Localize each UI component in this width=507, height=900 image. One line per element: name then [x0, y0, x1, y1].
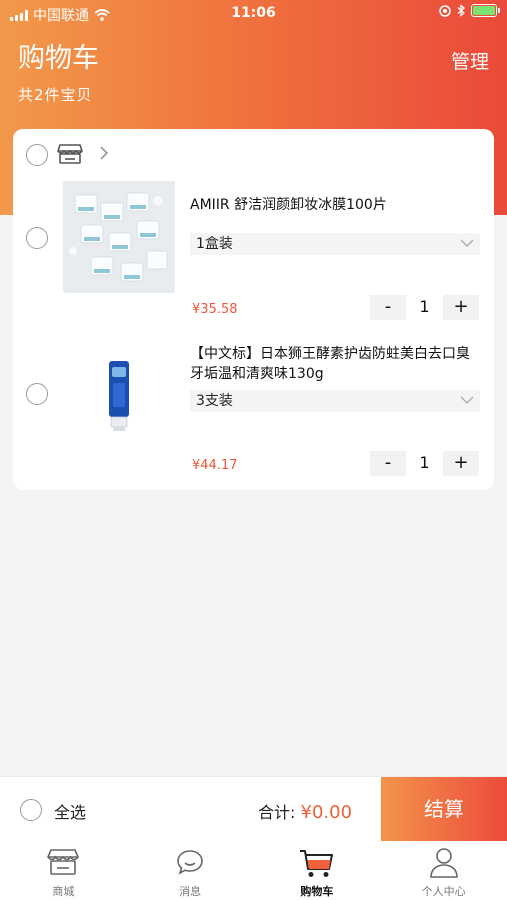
page-title: 购物车: [18, 43, 99, 74]
total-label: 合计:: [258, 803, 296, 822]
checkout-bar: 全选 合计: ¥0.00 结算: [0, 776, 507, 842]
tab-messages[interactable]: 消息: [127, 841, 254, 900]
product-1-name[interactable]: AMIIR 舒洁润颜卸妆冰膜100片: [190, 195, 482, 215]
product-2-quantity-stepper: - 1 +: [370, 451, 479, 476]
product-2-quantity-value[interactable]: 1: [406, 451, 443, 476]
location-lock-icon: [439, 4, 451, 17]
product-2-name[interactable]: 【中文标】日本狮王酵素护齿防蛀美白去口臭牙垢温和清爽味130g: [190, 344, 482, 384]
product-2-plus-button[interactable]: +: [443, 451, 479, 476]
store-icon[interactable]: [57, 143, 83, 165]
chevron-down-icon: [460, 239, 474, 247]
product-2-minus-button[interactable]: -: [370, 451, 406, 476]
status-time: 11:06: [231, 5, 276, 21]
chevron-down-icon: [460, 396, 474, 404]
manage-button[interactable]: 管理: [451, 47, 489, 74]
tab-profile[interactable]: 个人中心: [380, 841, 507, 900]
store-icon: [47, 849, 80, 875]
product-1-variant-select[interactable]: 1盒装: [190, 233, 480, 255]
select-all-radio[interactable]: [20, 799, 42, 821]
cart-card: AMIIR 舒洁润颜卸妆冰膜100片 1盒装 ¥35.58 - 1 + 【中文标…: [13, 129, 494, 490]
product-1-plus-button[interactable]: +: [443, 295, 479, 320]
product-1-minus-button[interactable]: -: [370, 295, 406, 320]
tab-cart-label: 购物车: [300, 885, 334, 898]
bluetooth-icon: [457, 4, 465, 17]
product-2-image[interactable]: [63, 339, 175, 451]
shop-select-radio[interactable]: [26, 144, 48, 166]
product-1-quantity-stepper: - 1 +: [370, 295, 479, 320]
person-icon: [429, 848, 458, 878]
total-summary: 合计: ¥0.00: [258, 799, 352, 823]
product-1-variant-label: 1盒装: [196, 236, 233, 252]
tab-store[interactable]: 商城: [0, 841, 127, 900]
product-2-variant-select[interactable]: 3支装: [190, 390, 480, 412]
product-1-select-radio[interactable]: [26, 227, 48, 249]
tab-bar: 商城 消息 购物车 个人中心: [0, 841, 507, 900]
item-count: 共2件宝贝: [18, 86, 93, 104]
tab-profile-label: 个人中心: [421, 885, 466, 898]
tab-store-label: 商城: [52, 885, 75, 898]
product-2-select-radio[interactable]: [26, 383, 48, 405]
tab-messages-label: 消息: [179, 885, 202, 898]
battery-icon: [471, 4, 500, 17]
product-1-quantity-value[interactable]: 1: [406, 295, 443, 320]
status-right: [439, 4, 500, 17]
product-2-price: ¥44.17: [192, 458, 238, 473]
status-bar: 中国联通 11:06: [0, 0, 507, 28]
product-2-variant-label: 3支装: [196, 393, 233, 409]
product-1-price: ¥35.58: [192, 302, 238, 317]
cart-icon: [299, 850, 333, 877]
select-all-label[interactable]: 全选: [54, 799, 86, 823]
product-1-image[interactable]: [63, 181, 175, 293]
message-icon: [177, 850, 203, 875]
checkout-button[interactable]: 结算: [381, 777, 507, 842]
total-value: ¥0.00: [300, 802, 353, 823]
tab-cart[interactable]: 购物车: [254, 841, 381, 900]
chevron-right-icon[interactable]: [99, 146, 109, 160]
